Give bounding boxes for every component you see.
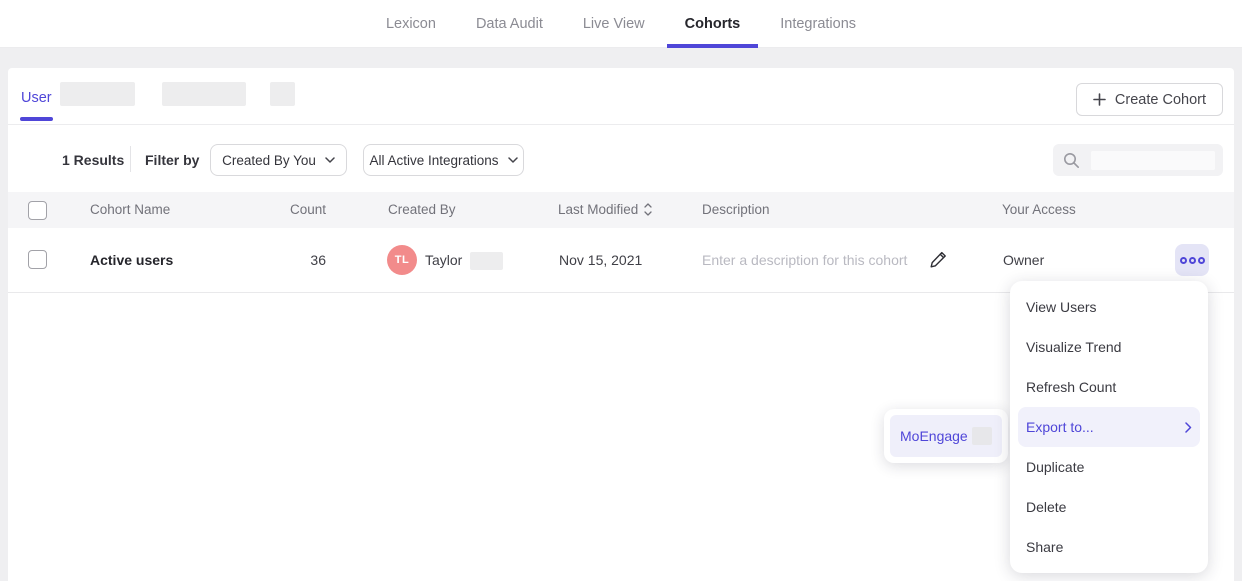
nav-tab-live-view[interactable]: Live View <box>565 0 663 47</box>
more-options-icon <box>1198 257 1205 264</box>
menu-item-share[interactable]: Share <box>1010 527 1208 567</box>
created-by-cell: Taylor <box>425 252 462 268</box>
redacted-tab-block <box>270 82 295 106</box>
column-header-created-by[interactable]: Created By <box>388 202 456 217</box>
tab-user-underline <box>20 117 53 121</box>
divider <box>8 124 1234 125</box>
submenu-item-moengage[interactable]: MoEngage <box>890 415 1002 457</box>
row-more-options-button[interactable] <box>1175 244 1209 276</box>
edit-description-button[interactable] <box>928 249 949 273</box>
redacted-tab-block <box>162 82 246 106</box>
created-by-filter-dropdown[interactable]: Created By You <box>210 144 347 176</box>
search-icon <box>1063 152 1080 169</box>
menu-item-duplicate[interactable]: Duplicate <box>1010 447 1208 487</box>
menu-item-refresh-count[interactable]: Refresh Count <box>1010 367 1208 407</box>
submenu-item-moengage-label: MoEngage <box>900 428 968 444</box>
column-header-your-access: Your Access <box>1002 202 1076 217</box>
cohort-context-menu: View Users Visualize Trend Refresh Count… <box>1010 281 1208 573</box>
results-count: 1 Results <box>62 152 124 168</box>
menu-item-export-to[interactable]: Export to... <box>1018 407 1200 447</box>
redacted-tab-block <box>60 82 135 106</box>
search-input[interactable] <box>1053 144 1223 176</box>
cohort-name-cell[interactable]: Active users <box>90 252 173 268</box>
pencil-icon <box>928 249 949 270</box>
access-cell: Owner <box>1003 252 1044 268</box>
chevron-right-icon <box>1185 422 1192 433</box>
integrations-filter-dropdown[interactable]: All Active Integrations <box>363 144 524 176</box>
menu-item-view-users[interactable]: View Users <box>1010 287 1208 327</box>
menu-item-visualize-trend[interactable]: Visualize Trend <box>1010 327 1208 367</box>
column-header-last-modified[interactable]: Last Modified <box>558 202 652 217</box>
last-modified-cell: Nov 15, 2021 <box>559 252 642 268</box>
menu-item-export-to-label: Export to... <box>1026 419 1094 435</box>
redacted-search-text <box>1091 151 1215 170</box>
nav-tab-integrations[interactable]: Integrations <box>762 0 874 47</box>
column-header-cohort-name[interactable]: Cohort Name <box>90 202 170 217</box>
nav-tab-lexicon[interactable]: Lexicon <box>368 0 454 47</box>
menu-item-delete[interactable]: Delete <box>1010 487 1208 527</box>
avatar: TL <box>387 245 417 275</box>
more-options-icon <box>1189 257 1196 264</box>
integrations-filter-value: All Active Integrations <box>369 153 498 168</box>
cohort-count-cell: 36 <box>248 252 326 268</box>
divider <box>130 146 131 172</box>
nav-tab-data-audit[interactable]: Data Audit <box>458 0 561 47</box>
column-header-last-modified-label: Last Modified <box>558 202 638 217</box>
sort-icon <box>644 203 652 216</box>
nav-tab-cohorts[interactable]: Cohorts <box>667 0 759 47</box>
column-header-count[interactable]: Count <box>248 202 326 217</box>
nav-tabs: Lexicon Data Audit Live View Cohorts Int… <box>368 0 874 47</box>
redacted-submenu-block <box>972 427 992 445</box>
chevron-down-icon <box>325 157 335 163</box>
created-by-filter-value: Created By You <box>222 153 316 168</box>
top-navigation: Lexicon Data Audit Live View Cohorts Int… <box>0 0 1242 48</box>
export-submenu: MoEngage <box>884 409 1008 463</box>
more-options-icon <box>1180 257 1187 264</box>
create-cohort-button[interactable]: Create Cohort <box>1076 83 1223 116</box>
redacted-surname-block <box>470 252 503 270</box>
chevron-down-icon <box>508 157 518 163</box>
filter-by-label: Filter by <box>145 152 199 168</box>
create-cohort-label: Create Cohort <box>1115 92 1206 108</box>
column-header-description: Description <box>702 202 770 217</box>
row-checkbox[interactable] <box>28 250 47 269</box>
select-all-checkbox[interactable] <box>28 201 47 220</box>
tab-user[interactable]: User <box>21 90 52 106</box>
plus-icon <box>1093 93 1106 106</box>
description-placeholder[interactable]: Enter a description for this cohort <box>702 252 907 268</box>
